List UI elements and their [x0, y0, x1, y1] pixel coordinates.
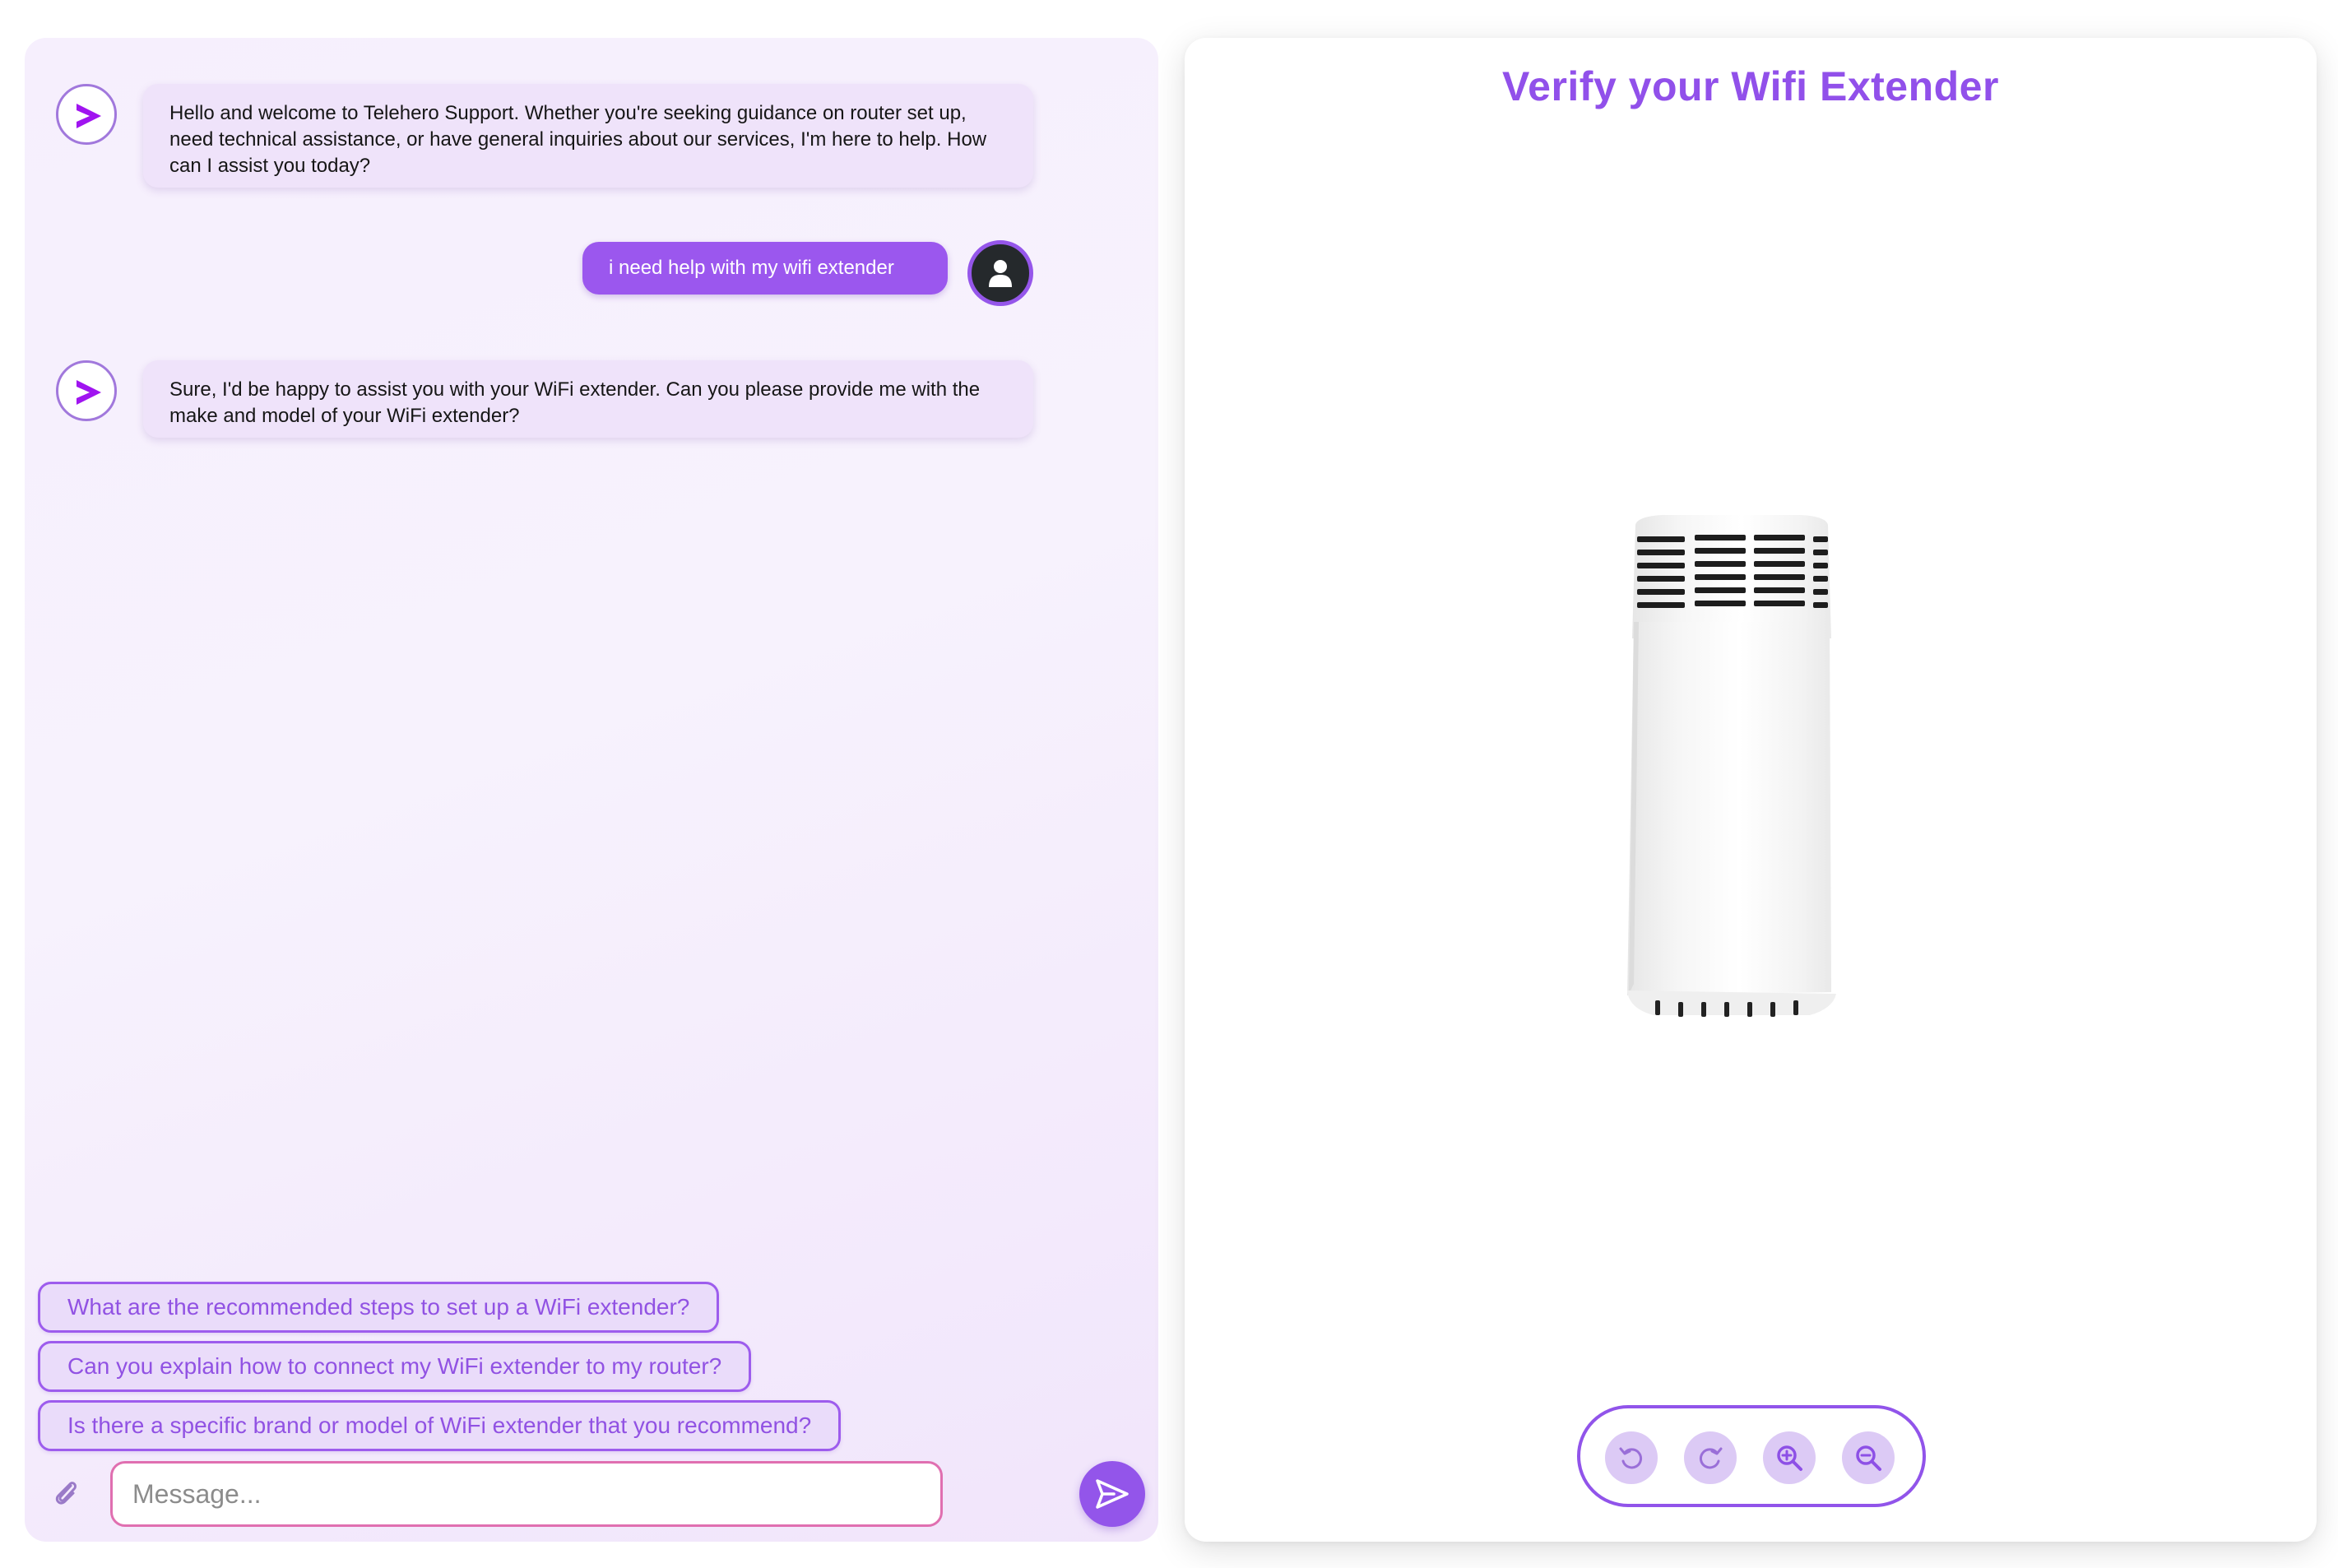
- rotate-left-button[interactable]: [1605, 1431, 1658, 1484]
- chevron-right-logo-icon: [77, 380, 101, 405]
- suggestion-chip[interactable]: Can you explain how to connect my WiFi e…: [38, 1341, 752, 1392]
- paperclip-icon[interactable]: [51, 1478, 81, 1515]
- bot-message-text: Sure, I'd be happy to assist you with yo…: [169, 378, 981, 427]
- suggestion-chip[interactable]: What are the recommended steps to set up…: [38, 1282, 720, 1333]
- bot-message: Hello and welcome to Telehero Support. W…: [143, 84, 1033, 188]
- bot-avatar: [56, 360, 117, 421]
- user-avatar: [967, 240, 1033, 306]
- user-message-text: i need help with my wifi extender: [609, 257, 894, 279]
- chat-panel: Hello and welcome to Telehero Support. W…: [25, 38, 1158, 1542]
- send-icon: [1096, 1479, 1129, 1509]
- bot-message-text: Hello and welcome to Telehero Support. W…: [169, 102, 987, 177]
- user-icon: [989, 260, 1012, 287]
- zoom-in-button[interactable]: [1763, 1431, 1816, 1484]
- zoom-in-icon: [1777, 1445, 1802, 1471]
- wifi-extender-image[interactable]: [1596, 474, 1892, 1050]
- rotate-left-icon: [1619, 1447, 1643, 1469]
- suggestion-chip[interactable]: Is there a specific brand or model of Wi…: [38, 1400, 842, 1451]
- device-viewer-panel: Verify your Wifi Extender: [1185, 38, 2317, 1542]
- send-button[interactable]: [1079, 1461, 1145, 1527]
- zoom-out-button[interactable]: [1842, 1431, 1895, 1484]
- message-input[interactable]: [110, 1461, 943, 1527]
- chevron-right-logo-icon: [77, 104, 101, 128]
- rotate-right-button[interactable]: [1684, 1431, 1737, 1484]
- viewer-title: Verify your Wifi Extender: [1502, 63, 1999, 109]
- bot-avatar: [56, 84, 117, 145]
- zoom-out-icon: [1856, 1445, 1881, 1471]
- viewer-controls: [1577, 1405, 1926, 1507]
- rotate-right-icon: [1699, 1447, 1723, 1469]
- bot-message: Sure, I'd be happy to assist you with yo…: [143, 360, 1033, 438]
- user-message: i need help with my wifi extender: [582, 242, 948, 295]
